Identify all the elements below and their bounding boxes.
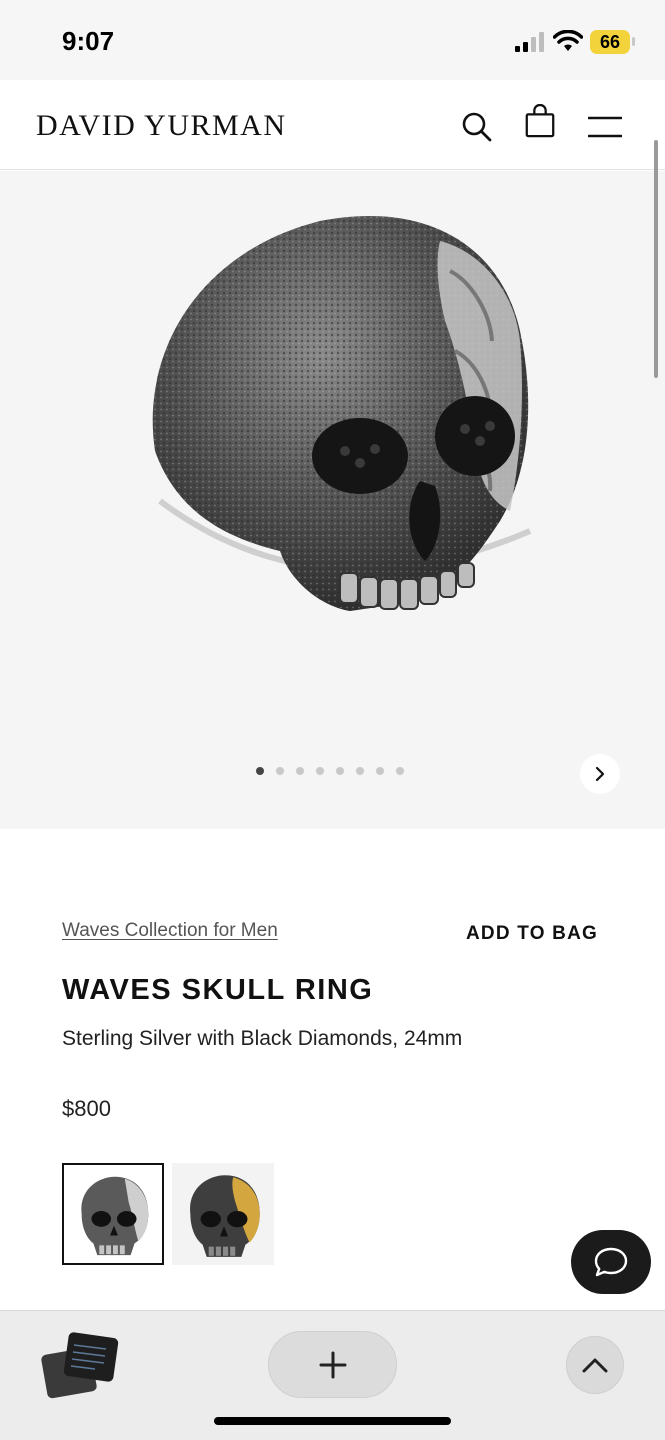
- cellular-signal-icon: [515, 32, 544, 52]
- tab-switcher-thumbnail[interactable]: [40, 1329, 120, 1401]
- carousel-dots: [256, 767, 404, 775]
- product-subtitle: Sterling Silver with Black Diamonds, 24m…: [62, 1027, 463, 1050]
- gold-skull-thumbnail: [190, 1175, 260, 1257]
- plus-icon: [319, 1351, 346, 1378]
- chat-button[interactable]: [571, 1230, 651, 1294]
- carousel-dot[interactable]: [396, 767, 404, 775]
- carousel-dot[interactable]: [376, 767, 384, 775]
- collection-link[interactable]: Waves Collection for Men: [62, 920, 278, 942]
- add-to-bag-button[interactable]: ADD TO BAG: [466, 923, 598, 945]
- product-title: WAVES SKULL RING: [62, 974, 374, 1006]
- carousel-dot[interactable]: [336, 767, 344, 775]
- carousel-dot[interactable]: [316, 767, 324, 775]
- battery-indicator: 66: [590, 30, 630, 54]
- chat-bubble-icon: [594, 1247, 628, 1277]
- carousel-dot[interactable]: [356, 767, 364, 775]
- shopping-bag-icon[interactable]: [523, 104, 557, 138]
- battery-cap: [632, 37, 635, 46]
- status-time: 9:07: [62, 26, 115, 56]
- carousel-dot[interactable]: [256, 767, 264, 775]
- chevron-up-icon: [582, 1358, 608, 1373]
- product-price: $800: [62, 1096, 111, 1121]
- search-icon[interactable]: [460, 110, 494, 144]
- hamburger-menu-icon[interactable]: [588, 110, 622, 144]
- new-tab-button[interactable]: [268, 1331, 397, 1398]
- page: 9:07 66 DAVID YURMAN Waves Collection fo…: [0, 0, 665, 1440]
- brand-logo[interactable]: DAVID YURMAN: [36, 109, 287, 143]
- carousel-dot[interactable]: [276, 767, 284, 775]
- chevron-right-icon: [595, 766, 605, 782]
- skull-ring-product-image: [152, 215, 532, 612]
- status-bar: 9:07 66: [0, 0, 665, 80]
- home-indicator: [214, 1417, 451, 1425]
- browser-toolbar: [0, 1310, 665, 1440]
- carousel-dot[interactable]: [296, 767, 304, 775]
- product-image-carousel[interactable]: [0, 171, 665, 829]
- variant-swatch-gold[interactable]: [172, 1163, 274, 1265]
- wifi-icon: [553, 30, 583, 51]
- variant-swatch-silver[interactable]: [62, 1163, 164, 1265]
- page-scrollbar[interactable]: [654, 140, 658, 378]
- silver-skull-thumbnail: [81, 1176, 149, 1256]
- site-header: DAVID YURMAN: [0, 80, 665, 170]
- carousel-next-button[interactable]: [580, 754, 620, 794]
- scroll-to-top-button[interactable]: [566, 1336, 624, 1394]
